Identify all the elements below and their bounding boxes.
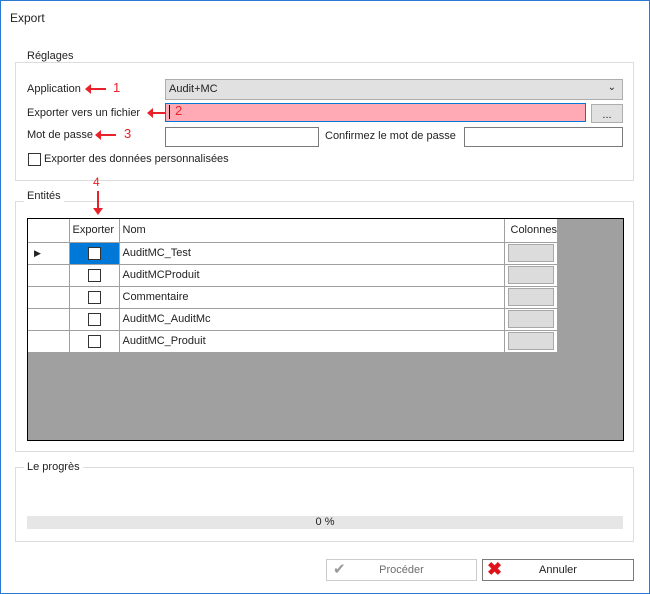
table-row[interactable]: AuditMC_AuditMc [28, 307, 558, 331]
table-row[interactable]: ▶ AuditMC_Test [28, 241, 558, 265]
cancel-label: Annuler [539, 564, 577, 576]
export-cell[interactable] [68, 307, 120, 331]
annotation-2: 2 [175, 103, 183, 118]
annotation-1: 1 [113, 80, 121, 95]
name-cell[interactable]: Commentaire [118, 285, 505, 309]
progress-text: 0 % [315, 516, 335, 528]
columns-button[interactable] [507, 332, 554, 350]
application-select[interactable]: Audit+MC ⌄ [165, 79, 623, 100]
export-file-label: Exporter vers un fichier [27, 107, 141, 119]
export-cell[interactable] [68, 285, 120, 309]
window-title: Export [10, 11, 45, 25]
annotation-3: 3 [124, 126, 132, 141]
row-header[interactable] [28, 285, 70, 309]
export-cell[interactable] [68, 329, 120, 353]
annotation-arrow-icon [85, 84, 106, 94]
name-cell[interactable]: AuditMC_Produit [118, 329, 505, 353]
columns-cell[interactable] [503, 263, 558, 287]
name-cell[interactable]: AuditMC_Test [118, 241, 505, 265]
password-label: Mot de passe [27, 129, 94, 141]
export-file-input[interactable] [165, 103, 586, 122]
row-header[interactable]: ▶ [28, 241, 70, 265]
close-icon: ✖ [487, 559, 503, 579]
browse-button[interactable]: ... [591, 104, 623, 123]
columns-button[interactable] [507, 288, 554, 306]
columns-button[interactable] [507, 310, 554, 328]
custom-data-checkbox[interactable] [28, 153, 41, 166]
export-checkbox[interactable] [87, 268, 101, 282]
annotation-arrow-icon [95, 130, 116, 140]
name-cell[interactable]: AuditMCProduit [118, 263, 505, 287]
row-header[interactable] [28, 263, 70, 287]
chevron-down-icon: ⌄ [607, 82, 616, 93]
columns-cell[interactable] [503, 307, 558, 331]
current-row-icon: ▶ [34, 248, 41, 258]
table-row[interactable]: Commentaire [28, 285, 558, 309]
table-header: Exporter Nom Colonnes [28, 219, 558, 243]
table-row[interactable]: AuditMCProduit [28, 263, 558, 287]
entities-table: Exporter Nom Colonnes ▶ AuditMC_Test Aud… [28, 219, 558, 353]
columns-button[interactable] [507, 266, 554, 284]
progress-group [15, 467, 634, 542]
checkmark-icon: ✔ [333, 561, 346, 578]
row-header[interactable] [28, 329, 70, 353]
export-cell[interactable] [68, 263, 120, 287]
export-cell[interactable] [68, 241, 120, 265]
progress-bar: 0 % [27, 516, 623, 529]
password-input[interactable] [165, 127, 319, 147]
confirm-password-label: Confirmez le mot de passe [325, 130, 456, 142]
confirm-password-input[interactable] [464, 127, 623, 147]
columns-cell[interactable] [503, 241, 558, 265]
application-select-value: Audit+MC [169, 83, 218, 95]
columns-cell[interactable] [503, 285, 558, 309]
annotation-4: 4 [93, 175, 100, 189]
column-header-nom[interactable]: Nom [118, 219, 505, 243]
export-checkbox[interactable] [87, 290, 101, 304]
annotation-arrow-down-icon [93, 191, 103, 215]
columns-button[interactable] [507, 244, 554, 262]
name-cell[interactable]: AuditMC_AuditMc [118, 307, 505, 331]
entities-group-label: Entités [24, 190, 64, 202]
column-header-exporter[interactable]: Exporter [68, 219, 120, 243]
entities-grid[interactable]: Exporter Nom Colonnes ▶ AuditMC_Test Aud… [27, 218, 624, 441]
export-checkbox[interactable] [87, 312, 101, 326]
table-row[interactable]: AuditMC_Produit [28, 329, 558, 353]
text-cursor [169, 105, 170, 119]
custom-data-label: Exporter des données personnalisées [44, 153, 229, 165]
progress-group-label: Le progrès [24, 461, 83, 473]
application-label: Application [27, 83, 81, 95]
row-header[interactable] [28, 307, 70, 331]
export-checkbox[interactable] [87, 246, 101, 260]
export-checkbox[interactable] [87, 334, 101, 348]
columns-cell[interactable] [503, 329, 558, 353]
cancel-button[interactable]: ✖ Annuler [482, 559, 634, 581]
settings-group-label: Réglages [24, 50, 77, 62]
proceed-button[interactable]: ✔ Procéder [326, 559, 477, 581]
column-header-colonnes[interactable]: Colonnes [503, 219, 558, 243]
row-header-corner [28, 219, 70, 243]
proceed-label: Procéder [379, 564, 424, 576]
